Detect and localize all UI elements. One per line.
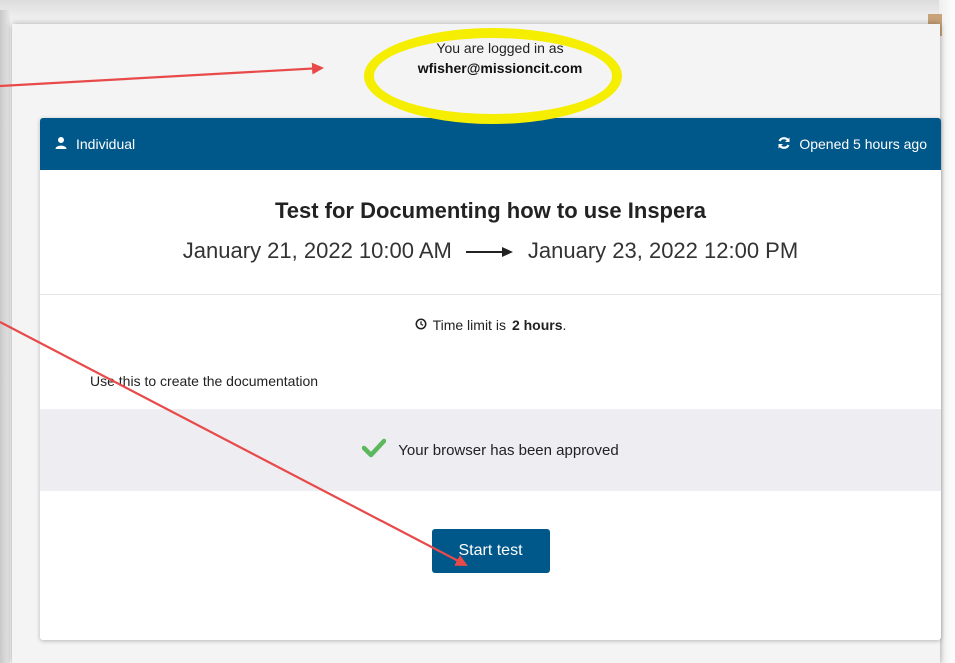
header-type-label: Individual — [76, 136, 136, 152]
window-right-edge — [939, 0, 955, 663]
time-limit-value: 2 hours — [511, 317, 563, 333]
refresh-icon — [777, 136, 791, 153]
start-area: Start test — [40, 529, 941, 573]
window-left-edge — [0, 10, 10, 663]
user-icon — [54, 136, 68, 153]
header-opened: Opened 5 hours ago — [777, 136, 927, 153]
start-date: January 21, 2022 10:00 AM — [182, 238, 452, 263]
highlight-ellipse — [364, 28, 622, 124]
card-header: Individual Opened 5 hours ago — [40, 118, 941, 170]
time-limit: Time limit is 2 hours. — [40, 317, 941, 333]
header-type: Individual — [54, 136, 135, 153]
arrow-right-icon — [465, 238, 514, 264]
test-card: Individual Opened 5 hours ago Test for D… — [40, 118, 941, 640]
browser-status-text: Your browser has been approved — [398, 441, 619, 459]
browser-status: Your browser has been approved — [40, 409, 941, 491]
start-test-button[interactable]: Start test — [431, 529, 550, 573]
test-title: Test for Documenting how to use Inspera — [274, 198, 707, 223]
window-top-edge — [0, 0, 940, 22]
time-limit-prefix: Time limit is — [432, 317, 506, 333]
clock-icon — [415, 317, 427, 333]
page-content: You are logged in as wfisher@missioncit.… — [12, 24, 941, 663]
opened-label: Opened 5 hours ago — [799, 136, 927, 152]
end-date: January 23, 2022 12:00 PM — [527, 238, 799, 263]
time-limit-suffix: . — [562, 317, 567, 333]
test-description: Use this to create the documentation — [90, 373, 319, 389]
checkmark-icon — [362, 438, 387, 462]
test-info: Test for Documenting how to use Inspera … — [40, 170, 941, 295]
date-range: January 21, 2022 10:00 AM January 23, 20… — [40, 238, 941, 264]
